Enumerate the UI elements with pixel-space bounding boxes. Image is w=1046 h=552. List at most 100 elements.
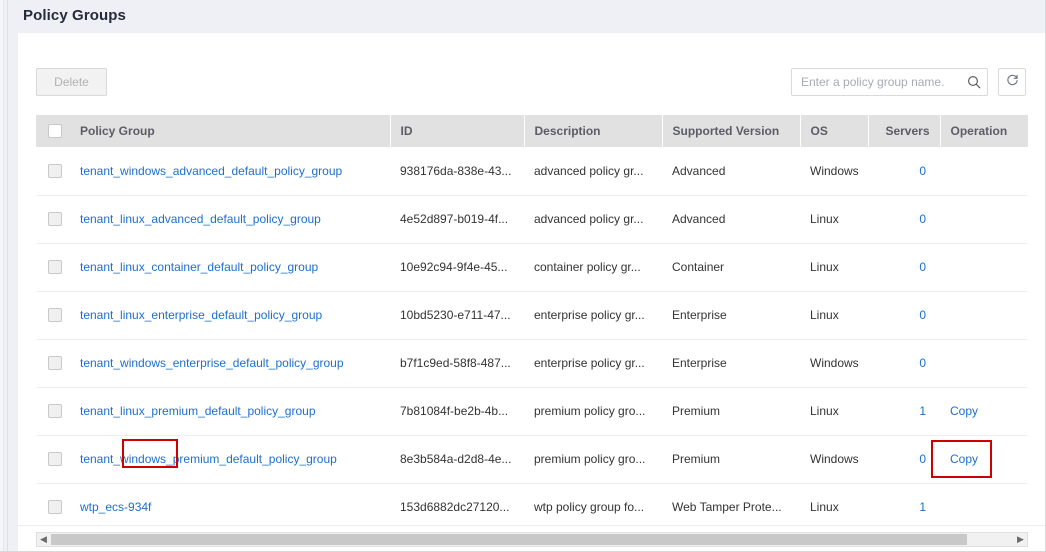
header-operation: Operation [939, 115, 1028, 147]
policy-groups-table: Policy Group ID Description Supported Ve… [36, 115, 1028, 532]
operation-cell [940, 147, 1028, 196]
description-cell: container policy gr... [524, 243, 662, 292]
servers-link[interactable]: 0 [919, 212, 926, 226]
operation-link[interactable]: Copy [950, 404, 978, 418]
row-checkbox[interactable] [48, 452, 62, 467]
servers-cell: 0 [868, 339, 940, 388]
name-link[interactable]: tenant_windows_advanced_default_policy_g… [80, 164, 342, 178]
description-cell: advanced policy gr... [524, 147, 662, 196]
refresh-button[interactable] [998, 68, 1026, 96]
operation-cell: Copy [940, 387, 1028, 436]
header-policy-group: Policy Group [70, 115, 390, 147]
row-checkbox[interactable] [48, 308, 62, 323]
scrollbar-thumb[interactable] [51, 534, 967, 545]
servers-link[interactable]: 0 [919, 164, 926, 178]
select-all-checkbox[interactable] [48, 124, 62, 139]
operation-link[interactable]: Copy [950, 452, 978, 466]
row-checkbox[interactable] [48, 260, 62, 275]
os-text: Windows [810, 452, 859, 466]
header-description: Description [523, 115, 662, 147]
id-cell: 10e92c94-9f4e-45... [390, 243, 524, 292]
description-cell: advanced policy gr... [524, 195, 662, 244]
id-text: 8e3b584a-d2d8-4e... [400, 452, 512, 466]
description-cell: enterprise policy gr... [524, 291, 662, 340]
scroll-left-arrow[interactable]: ◀ [37, 533, 50, 546]
row-checkbox[interactable] [48, 404, 62, 419]
horizontal-scrollbar[interactable]: ◀ ▶ [18, 525, 1045, 551]
version-cell: Premium [662, 435, 800, 484]
name-link[interactable]: tenant_windows_enterprise_default_policy… [80, 356, 344, 370]
row-checkbox[interactable] [48, 356, 62, 371]
servers-link[interactable]: 0 [919, 308, 926, 322]
servers-link[interactable]: 0 [919, 260, 926, 274]
table-row: tenant_windows_enterprise_default_policy… [36, 339, 1028, 388]
search-icon[interactable] [961, 69, 987, 95]
policy-groups-page: Policy Groups Delete Enter a policy grou… [0, 0, 1046, 552]
servers-cell: 0 [868, 435, 940, 484]
content-card: Delete Enter a policy group name. Policy… [18, 33, 1045, 551]
id-text: 4e52d897-b019-4f... [400, 212, 509, 226]
version-cell: Advanced [662, 147, 800, 196]
version-cell: Enterprise [662, 291, 800, 340]
scrollbar-track[interactable]: ◀ ▶ [36, 532, 1028, 547]
id-cell: 153d6882dc27120... [390, 483, 524, 532]
id-text: 10bd5230-e711-47... [400, 308, 511, 322]
version-text: Container [672, 260, 725, 274]
name-link[interactable]: tenant_linux_container_default_policy_gr… [80, 260, 318, 274]
name-link[interactable]: tenant_linux_premium_default_policy_grou… [80, 404, 316, 418]
row-checkbox[interactable] [48, 164, 62, 179]
table-toolbar: Delete [18, 33, 1045, 115]
id-text: b7f1c9ed-58f8-487... [400, 356, 511, 370]
search-box[interactable] [791, 68, 988, 96]
id-text: 153d6882dc27120... [400, 500, 510, 514]
version-cell: Web Tamper Prote... [662, 483, 800, 532]
header-supported-version: Supported Version [661, 115, 800, 147]
scrollbar-remainder [968, 534, 1014, 545]
version-cell: Enterprise [662, 339, 800, 388]
version-text: Enterprise [672, 308, 727, 322]
row-checkbox[interactable] [48, 500, 62, 515]
os-cell: Linux [800, 195, 868, 244]
operation-cell [940, 291, 1028, 340]
left-rail-inner [0, 0, 4, 551]
id-cell: 7b81084f-be2b-4b... [390, 387, 524, 436]
row-select-cell [36, 435, 70, 484]
description-cell: premium policy gro... [524, 387, 662, 436]
os-text: Linux [810, 404, 839, 418]
version-cell: Premium [662, 387, 800, 436]
os-cell: Windows [800, 435, 868, 484]
header-servers: Servers [867, 115, 940, 147]
servers-link[interactable]: 1 [919, 500, 926, 514]
name-link[interactable]: tenant_linux_advanced_default_policy_gro… [80, 212, 321, 226]
version-text: Premium [672, 404, 721, 418]
delete-button[interactable]: Delete [36, 68, 107, 96]
table-row: tenant_windows_advanced_default_policy_g… [36, 147, 1028, 196]
servers-cell: 0 [868, 291, 940, 340]
servers-cell: 0 [868, 195, 940, 244]
description-text: advanced policy gr... [534, 212, 644, 226]
servers-link[interactable]: 0 [919, 452, 926, 466]
name-link[interactable]: tenant_windows_premium_default_policy_gr… [80, 452, 337, 466]
version-text: Advanced [672, 212, 726, 226]
servers-link[interactable]: 0 [919, 356, 926, 370]
servers-cell: 1 [868, 387, 940, 436]
id-cell: 4e52d897-b019-4f... [390, 195, 524, 244]
version-text: Premium [672, 452, 721, 466]
name-link[interactable]: wtp_ecs-934f [80, 500, 151, 514]
row-select-cell [36, 147, 70, 196]
description-text: enterprise policy gr... [534, 308, 645, 322]
search-input[interactable] [792, 69, 961, 95]
servers-link[interactable]: 1 [919, 404, 926, 418]
scroll-right-arrow[interactable]: ▶ [1014, 533, 1027, 546]
row-select-cell [36, 483, 70, 532]
page-header: Policy Groups [9, 0, 1045, 33]
os-cell: Linux [800, 387, 868, 436]
name-link[interactable]: tenant_linux_enterprise_default_policy_g… [80, 308, 322, 322]
row-select-cell [36, 291, 70, 340]
row-checkbox[interactable] [48, 212, 62, 227]
os-text: Linux [810, 212, 839, 226]
left-rail [0, 0, 8, 551]
header-id: ID [389, 115, 524, 147]
servers-cell: 0 [868, 243, 940, 292]
table-row: tenant_windows_premium_default_policy_gr… [36, 435, 1028, 484]
